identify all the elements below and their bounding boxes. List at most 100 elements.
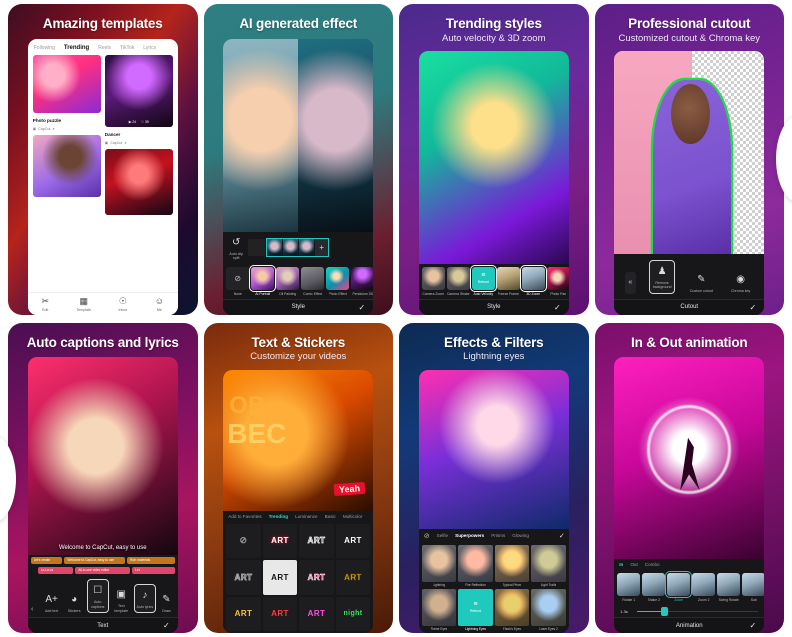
timeline-track-lyrics[interactable]: La La La All-in-one video editor Let — [28, 565, 178, 575]
tool-add-text[interactable]: A+ Add text — [42, 592, 62, 613]
tab-trending[interactable]: Trending — [64, 45, 89, 51]
check-icon[interactable]: ✓ — [559, 532, 565, 540]
style-camera-zoom[interactable]: Camera Zoom — [421, 266, 445, 296]
text-style-cell[interactable]: ART — [335, 560, 371, 595]
text-style-cell[interactable]: ART — [262, 560, 298, 595]
timeline-strip[interactable]: ↺ Auto clip split + — [223, 232, 373, 264]
animation-shake-2[interactable]: Shake 2 — [642, 573, 666, 602]
template-tile[interactable] — [32, 134, 101, 197]
template-tile[interactable] — [32, 54, 101, 113]
duration-slider[interactable] — [637, 606, 759, 616]
tool-text-template[interactable]: ▣ Text template — [111, 587, 131, 613]
slider-handle[interactable] — [661, 606, 669, 616]
animation-zoom[interactable]: Zoom — [665, 571, 693, 602]
tab-out[interactable]: Out — [630, 562, 637, 567]
card-auto-captions[interactable]: Auto captions and lyrics Welcome to CapC… — [8, 322, 198, 633]
style-list[interactable]: Camera Zoom Camera Shake ≡ Refund Auto V… — [419, 264, 569, 299]
style-oil-painting[interactable]: Oil Painting — [276, 266, 300, 296]
timeline-track-captions[interactable]: Let's create Welcome to CapCut, easy to … — [28, 555, 178, 565]
tool-custom-cutout[interactable]: ✎ Custom cutout — [688, 272, 714, 293]
tool-auto-captions[interactable]: ☐ Auto captions — [86, 579, 109, 613]
style-3d-zoom[interactable]: 3D Zoom — [519, 264, 547, 296]
tab-selfie[interactable]: Selfie — [437, 533, 449, 538]
template-tile[interactable] — [104, 148, 173, 215]
selected-clip[interactable]: + — [266, 238, 330, 258]
effect-typical-prism[interactable]: Typical Prism — [494, 544, 530, 587]
panel-bottom-bar[interactable]: Animation ✓ — [614, 617, 765, 633]
animation-swing-rotate[interactable]: Swing Rotate — [717, 573, 741, 602]
card-amazing-templates[interactable]: Amazing templates Following Trending Ree… — [8, 4, 198, 315]
text-style-cell[interactable]: ART — [299, 523, 334, 558]
effect-light-trails[interactable]: Light Trails — [531, 544, 566, 587]
card-effects-filters[interactable]: Effects & Filters Lightning eyes ⊘ Selfi… — [399, 322, 589, 633]
clip-cover[interactable] — [248, 239, 266, 257]
panel-bottom-bar[interactable]: Text ✓ — [27, 617, 178, 633]
scroll-left-icon[interactable]: ‹ — [31, 606, 39, 613]
card-text-stickers[interactable]: Text & Stickers Customize your videos OB… — [203, 322, 393, 634]
animation-zoom-2[interactable]: Zoom 2 — [692, 573, 716, 602]
tool-auto-lyrics[interactable]: ♪ Auto lyrics — [133, 583, 156, 613]
style-freeze-frame[interactable]: Freeze Frame — [496, 266, 520, 296]
nav-edit[interactable]: ✂ Edit — [41, 296, 49, 312]
tab-lyrics[interactable]: Lyrics — [143, 45, 156, 51]
card-trending-styles[interactable]: Trending styles Auto velocity & 3D zoom … — [399, 4, 589, 315]
style-list[interactable]: ⊘ None AI Portrait Oil Painting Comic Ef… — [223, 264, 374, 299]
tab-trending[interactable]: Trending — [269, 514, 288, 519]
card-professional-cutout[interactable]: Professional cutout Customized cutout & … — [594, 4, 784, 315]
text-style-tabs[interactable]: Add to Favorites Trending Luminance Basi… — [223, 511, 373, 522]
template-tile[interactable]: ▶ 24 ♡ 39 — [104, 54, 173, 127]
style-camera-shake[interactable]: Camera Shake — [446, 266, 470, 296]
text-style-cell[interactable]: ART — [226, 596, 261, 631]
text-style-cell[interactable]: ART — [299, 596, 334, 631]
style-comic-effect[interactable]: Comic Effect — [301, 266, 325, 296]
effects-tabs[interactable]: ⊘ Selfie Superpowers Prisms Glowing ✓ — [419, 529, 569, 543]
effect-fire-reflection[interactable]: Fire Reflection — [458, 544, 493, 587]
style-pendulum-3d[interactable]: Pendulum 3D — [351, 266, 374, 296]
text-style-cell[interactable]: ART — [262, 523, 298, 558]
tool-stickers[interactable]: ◕ Stickers — [64, 592, 84, 613]
check-icon[interactable]: ✓ — [750, 621, 757, 630]
text-style-none[interactable]: ⊘ — [226, 523, 261, 558]
card-ai-generated-effect[interactable]: AI generated effect ↺ Auto clip split + … — [203, 4, 393, 315]
effect-flashs-eyes[interactable]: Flash's Eyes — [494, 588, 530, 631]
style-none[interactable]: ⊘ None — [226, 266, 250, 296]
tool-remove-background[interactable]: ♟ Remove background — [649, 259, 676, 294]
animation-list[interactable]: Rotate 1 Shake 2 Zoom Zoom 2 Swing Rotat… — [614, 570, 765, 605]
none-icon[interactable]: ⊘ — [424, 532, 430, 540]
text-style-grid[interactable]: ⊘ ART ART ART ART ART ART ART ART ART AR… — [223, 522, 373, 634]
tab-prisms[interactable]: Prisms — [491, 533, 505, 538]
style-ai-portrait[interactable]: AI Portrait — [249, 264, 277, 296]
tab-tiktok[interactable]: TikTok — [120, 45, 134, 51]
text-toolbar[interactable]: ‹ A+ Add text ◕ Stickers ☐ Auto captions — [28, 575, 178, 617]
tool-chroma-key[interactable]: ◉ Chroma key — [728, 272, 754, 293]
auto-split-tool[interactable]: ↺ Auto clip split — [226, 235, 246, 261]
nav-template[interactable]: ▦ Template — [76, 296, 91, 312]
nav-inbox[interactable]: ☉ Inbox — [119, 296, 128, 312]
app-bottom-nav[interactable]: ✂ Edit ▦ Template ☉ Inbox ☺ Me — [27, 291, 178, 315]
card-in-out-animation[interactable]: In & Out animation In Out Combo Rotate 1 — [594, 322, 784, 633]
effect-laser-eyes-2[interactable]: Laser Eyes 2 — [531, 588, 566, 631]
tab-reels[interactable]: Reels — [98, 45, 111, 51]
text-style-cell[interactable]: ART — [299, 560, 334, 595]
tab-luminance[interactable]: Luminance — [295, 514, 317, 519]
text-style-cell[interactable]: ART — [226, 560, 261, 595]
nav-me[interactable]: ☺ Me — [155, 296, 164, 312]
cutout-toolbar[interactable]: « ♟ Remove background ✎ Custom cutout ◉ … — [614, 254, 764, 299]
tab-multicolor[interactable]: Multicolor — [343, 514, 363, 519]
text-style-cell[interactable]: ART — [262, 596, 298, 631]
tool-draw[interactable]: ✎ Draw — [158, 592, 174, 613]
panel-bottom-bar[interactable]: Cutout ✓ — [614, 298, 765, 315]
animation-sub[interactable]: Sub — [742, 573, 765, 602]
animation-tabs[interactable]: In Out Combo — [614, 559, 764, 570]
add-clip-button[interactable]: + — [315, 239, 329, 257]
tab-combo[interactable]: Combo — [645, 562, 660, 567]
style-auto-velocity[interactable]: ≡ Refund Auto Velocity — [469, 264, 497, 296]
check-icon[interactable]: ✓ — [554, 303, 561, 312]
animation-rotate-1[interactable]: Rotate 1 — [617, 573, 641, 602]
effect-flame-eyes[interactable]: Flame Eyes — [421, 588, 457, 631]
tab-add-to-favorites[interactable]: Add to Favorites — [228, 514, 261, 519]
tab-superpowers[interactable]: Superpowers — [455, 533, 484, 538]
check-icon[interactable]: ✓ — [163, 621, 170, 630]
tab-glowing[interactable]: Glowing — [512, 533, 529, 538]
template-tabs[interactable]: Following Trending Reels TikTok Lyrics — [28, 39, 178, 55]
